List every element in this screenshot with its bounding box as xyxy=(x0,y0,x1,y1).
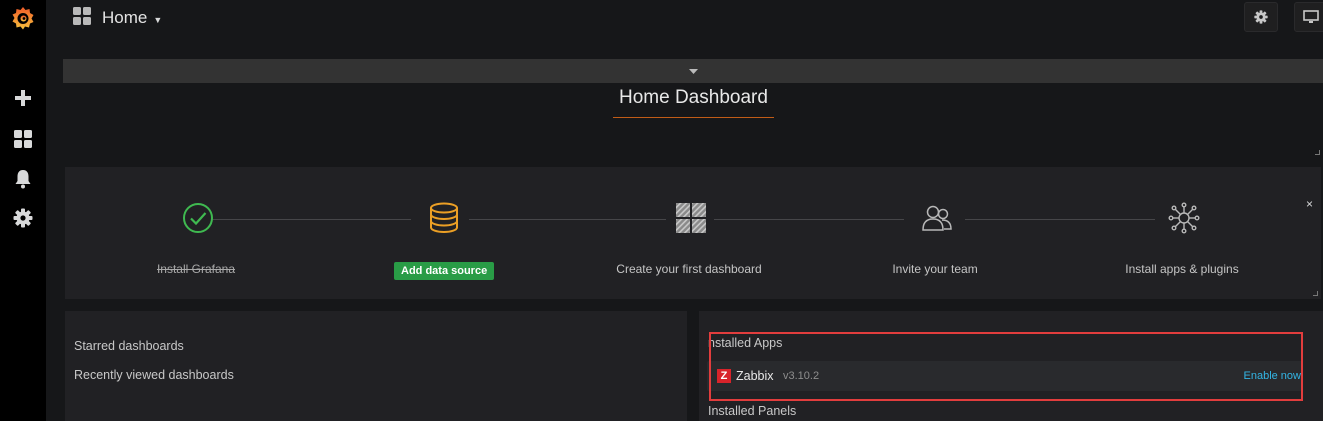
dashlist-panel: Starred dashboards Recently viewed dashb… xyxy=(65,311,687,421)
main-area: Home ▼ Home Dashboard Install Grafana Ad… xyxy=(46,0,1323,421)
dashboard-picker-button[interactable]: Home ▼ xyxy=(72,6,162,30)
step-label: Invite your team xyxy=(892,262,978,276)
dashboards-icon[interactable] xyxy=(0,124,46,154)
step-connector xyxy=(714,219,904,220)
monitor-icon xyxy=(1303,10,1319,23)
close-icon[interactable]: × xyxy=(1306,197,1313,211)
step-label: Create your first dashboard xyxy=(616,262,762,276)
highlight-annotation xyxy=(709,332,1303,401)
resize-handle[interactable] xyxy=(1313,291,1318,296)
resize-handle[interactable] xyxy=(1315,150,1320,155)
step-label: Install Grafana xyxy=(156,262,236,276)
settings-button[interactable] xyxy=(1244,2,1278,32)
installed-panels-heading: Installed Panels xyxy=(708,404,797,418)
step-connector xyxy=(469,219,666,220)
row-collapse-toggle[interactable] xyxy=(63,59,1323,83)
plugins-icon xyxy=(1167,201,1201,235)
page-title: Home Dashboard xyxy=(613,87,774,118)
step-connector xyxy=(211,219,411,220)
database-icon xyxy=(427,201,461,235)
dashboard-title: Home xyxy=(102,8,148,27)
add-data-source-button[interactable]: Add data source xyxy=(394,262,495,280)
chevron-down-icon: ▼ xyxy=(153,14,163,25)
navbar: Home ▼ xyxy=(46,0,1323,50)
dashboard-grid-icon xyxy=(674,201,708,235)
getting-started-panel: Install Grafana Add data source Create y… xyxy=(65,167,1321,299)
title-panel: Home Dashboard xyxy=(65,83,1323,158)
dashboards-icon xyxy=(72,6,92,31)
check-circle-icon xyxy=(181,201,215,235)
step-label: Install apps & plugins xyxy=(1125,262,1239,276)
grafana-logo-icon[interactable] xyxy=(0,2,46,34)
view-mode-button[interactable] xyxy=(1294,2,1323,32)
gear-icon[interactable] xyxy=(0,203,46,233)
plus-icon[interactable] xyxy=(0,83,46,113)
sidebar xyxy=(0,0,46,421)
gear-icon xyxy=(1254,10,1268,24)
starred-dashboards-section: Starred dashboards xyxy=(74,339,184,353)
step-connector xyxy=(965,219,1155,220)
recent-dashboards-section: Recently viewed dashboards xyxy=(74,368,234,382)
users-icon xyxy=(920,201,954,235)
caret-down-icon xyxy=(688,68,698,74)
bell-icon[interactable] xyxy=(0,164,46,194)
